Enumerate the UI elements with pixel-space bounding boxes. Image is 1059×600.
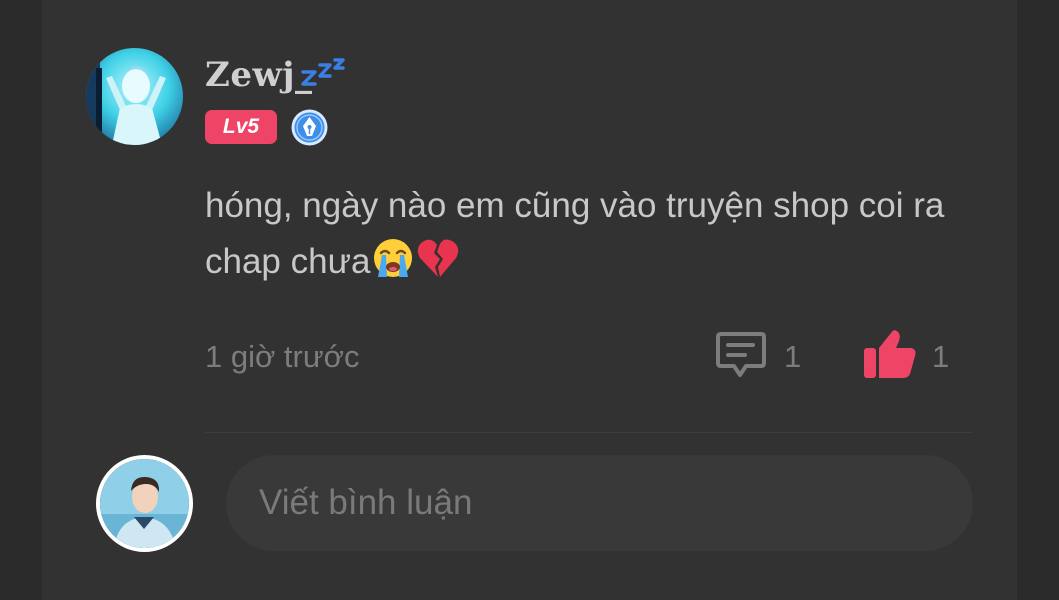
comment-screen: Zewj_ Lv5 hóng, ngày nào em cũng vào tru… <box>0 0 1059 600</box>
level-badge: Lv5 <box>205 110 277 144</box>
thumbs-up-icon[interactable] <box>862 328 918 380</box>
like-count: 1 <box>932 339 950 374</box>
comment-text: hóng, ngày nào em cũng vào truyện shop c… <box>205 186 945 281</box>
author-username[interactable]: Zewj_ <box>205 55 313 95</box>
pen-nib-badge-icon <box>291 109 328 146</box>
zzz-sleeping-icon <box>300 56 348 91</box>
divider <box>205 432 972 433</box>
comment-input-placeholder: Viết bình luận <box>259 483 473 522</box>
author-avatar[interactable] <box>86 48 183 145</box>
comment-bubble-icon[interactable] <box>715 330 767 380</box>
comment-input[interactable]: Viết bình luận <box>226 455 973 551</box>
comment-timestamp: 1 giờ trước <box>205 339 360 374</box>
reply-count: 1 <box>784 339 802 374</box>
current-user-avatar[interactable] <box>96 455 193 552</box>
crying-face-emoji <box>372 237 414 296</box>
comment-body: hóng, ngày nào em cũng vào truyện shop c… <box>205 178 995 296</box>
broken-heart-emoji <box>416 237 460 296</box>
